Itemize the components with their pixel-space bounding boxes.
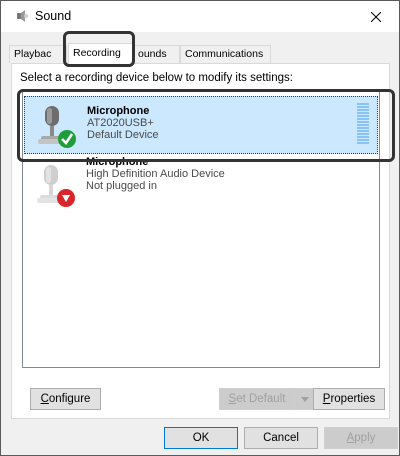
device-name: Microphone: [87, 105, 150, 117]
window-title: Sound: [35, 9, 72, 23]
tab-sounds[interactable]: ounds: [133, 45, 180, 63]
cancel-button[interactable]: Cancel: [244, 427, 318, 449]
sound-dialog: Sound Playbac Recording ounds Communicat…: [0, 0, 400, 456]
level-meter: [357, 103, 369, 145]
device-item-microphone-at2020[interactable]: Microphone AT2020USB+ Default Device: [24, 96, 378, 154]
device-status: Default Device: [87, 129, 159, 141]
recording-panel: Select a recording device below to modif…: [11, 63, 390, 419]
set-default-button[interactable]: Set Default: [219, 388, 294, 410]
device-info: Microphone AT2020USB+ Default Device: [87, 105, 159, 141]
close-icon: [371, 11, 381, 22]
microphone-icon: [37, 165, 75, 207]
device-info: Microphone High Definition Audio Device …: [86, 156, 225, 192]
device-item-microphone-hd-audio[interactable]: Microphone High Definition Audio Device …: [24, 156, 378, 214]
speaker-icon: [17, 10, 28, 22]
tab-recording[interactable]: Recording: [68, 43, 134, 64]
close-button[interactable]: [353, 1, 399, 32]
device-model: High Definition Audio Device: [86, 168, 225, 180]
tab-communications[interactable]: Communications: [180, 45, 271, 63]
check-icon: [58, 130, 76, 148]
set-default-dropdown[interactable]: [294, 388, 315, 410]
configure-button[interactable]: Configure: [30, 388, 101, 410]
properties-button[interactable]: Properties: [313, 388, 385, 410]
microphone-icon: [38, 106, 76, 148]
apply-button[interactable]: Apply: [324, 427, 398, 449]
title-bar[interactable]: Sound: [1, 1, 399, 32]
device-model: AT2020USB+: [87, 117, 154, 129]
chevron-down-icon: [300, 396, 309, 402]
device-name: Microphone: [86, 156, 149, 168]
ok-button[interactable]: OK: [164, 427, 238, 449]
down-arrow-icon: [57, 189, 75, 207]
device-list[interactable]: Microphone AT2020USB+ Default Device Mic…: [22, 89, 380, 368]
device-status: Not plugged in: [86, 180, 157, 192]
tab-playback[interactable]: Playbac: [9, 45, 67, 63]
instruction-text: Select a recording device below to modif…: [20, 72, 293, 84]
